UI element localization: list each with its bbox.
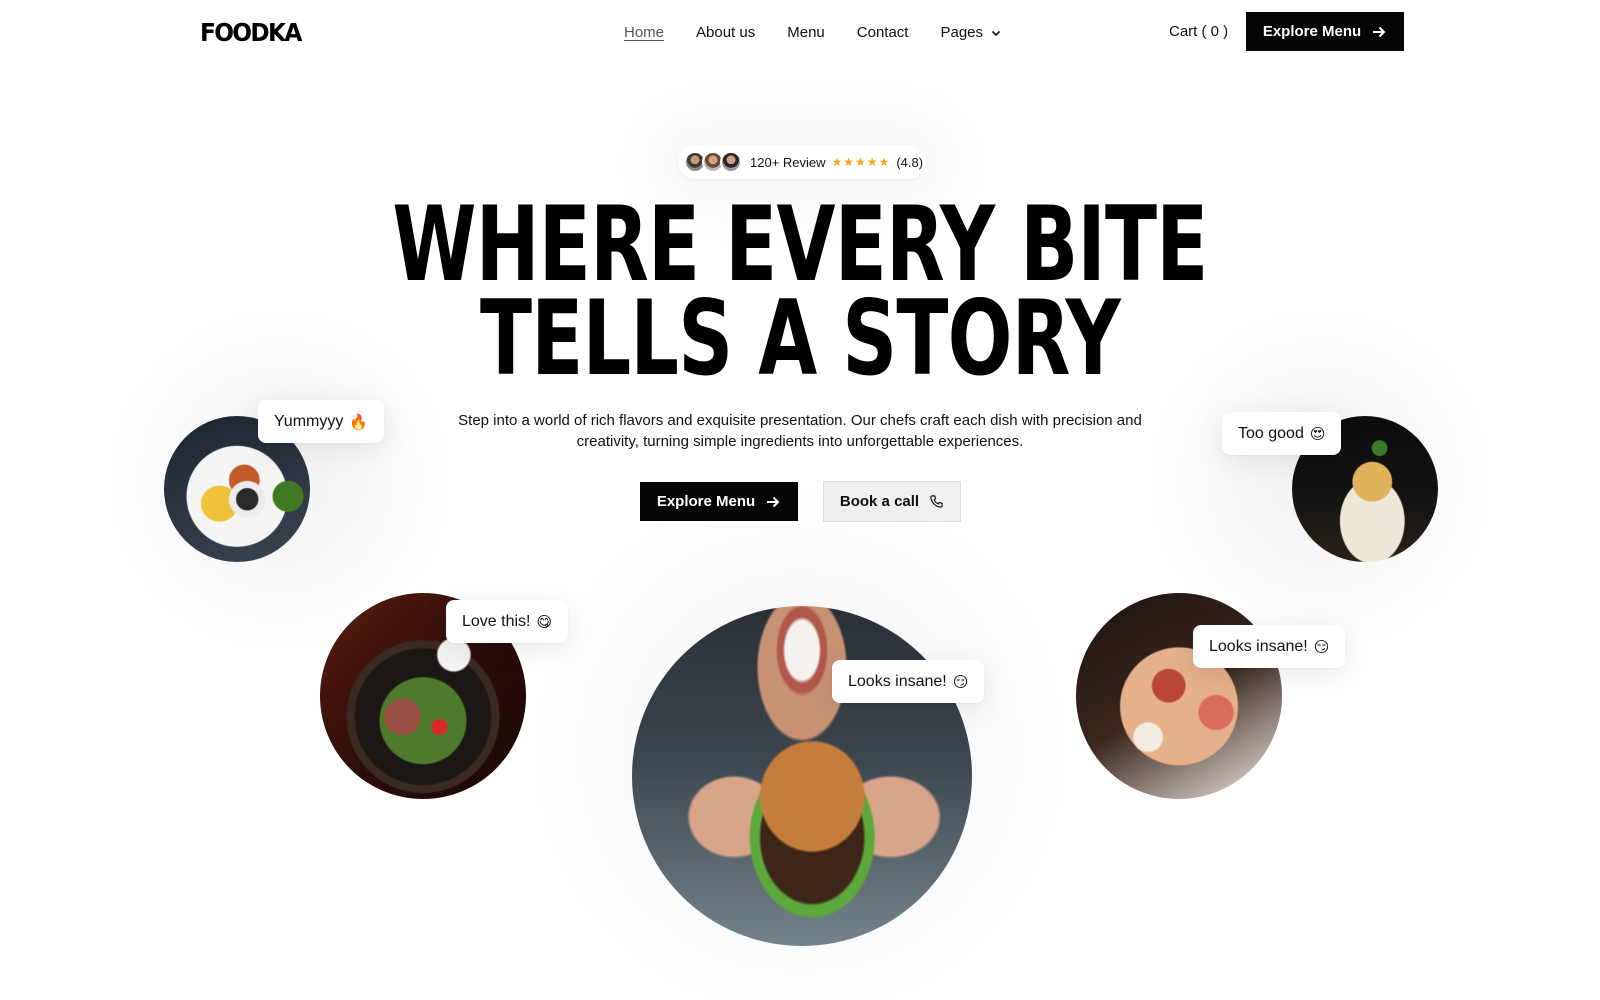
phone-icon [930,495,943,508]
reaction-bubble: Too good 😍 [1222,412,1342,455]
nav-link-about[interactable]: About us [696,24,755,41]
review-badge: 120+ Review ★★★★★ (4.8) [678,145,926,179]
yum-emoji-icon: 😋 [536,612,553,631]
review-count: 120+ Review [750,154,826,170]
nav-link-menu[interactable]: Menu [787,24,825,41]
reaction-bubble: Looks insane! 😏 [832,660,985,703]
cart-link[interactable]: Cart ( 0 ) [1169,23,1228,40]
review-rating: (4.8) [896,154,924,170]
nav-links: Home About us Menu Contact Pages [624,24,1001,41]
chevron-down-icon [991,30,1001,36]
nav-explore-menu-button[interactable]: Explore Menu [1246,12,1404,51]
star-icon: ★★★★★ [831,155,891,169]
avatar [720,151,742,173]
smirk-emoji-icon: 😏 [952,672,969,691]
reaction-bubble: Love this! 😋 [446,600,569,643]
heart-eyes-emoji-icon: 😍 [1309,424,1326,443]
hero-subtitle: Step into a world of rich flavors and ex… [458,412,1142,450]
nav-link-home[interactable]: Home [624,24,664,41]
top-nav: FOODKA Home About us Menu Contact Pages … [0,0,1600,66]
nav-link-contact[interactable]: Contact [857,24,909,41]
fire-emoji-icon: 🔥 [349,412,369,431]
smirk-emoji-icon: 😏 [1313,637,1330,656]
hero-title-line1: WHERE EVERY BITE [392,185,1208,305]
reaction-text: Love this! [462,612,531,630]
reaction-text: Yummyyy [274,412,344,430]
reviewer-avatars [684,151,742,173]
nav-link-pages-label: Pages [940,24,984,41]
reaction-text: Looks insane! [1209,637,1308,655]
arrow-right-icon [1373,26,1386,37]
burger-image [632,606,972,946]
pizza-image [1076,593,1282,799]
nav-explore-menu-label: Explore Menu [1262,23,1362,40]
reaction-text: Looks insane! [848,672,947,690]
reaction-text: Too good [1238,424,1304,442]
reaction-bubble: Yummyyy 🔥 [258,400,385,443]
logo[interactable]: FOODKA [200,18,302,47]
nav-link-pages[interactable]: Pages [940,24,1001,41]
reaction-bubble: Looks insane! 😏 [1193,625,1346,668]
